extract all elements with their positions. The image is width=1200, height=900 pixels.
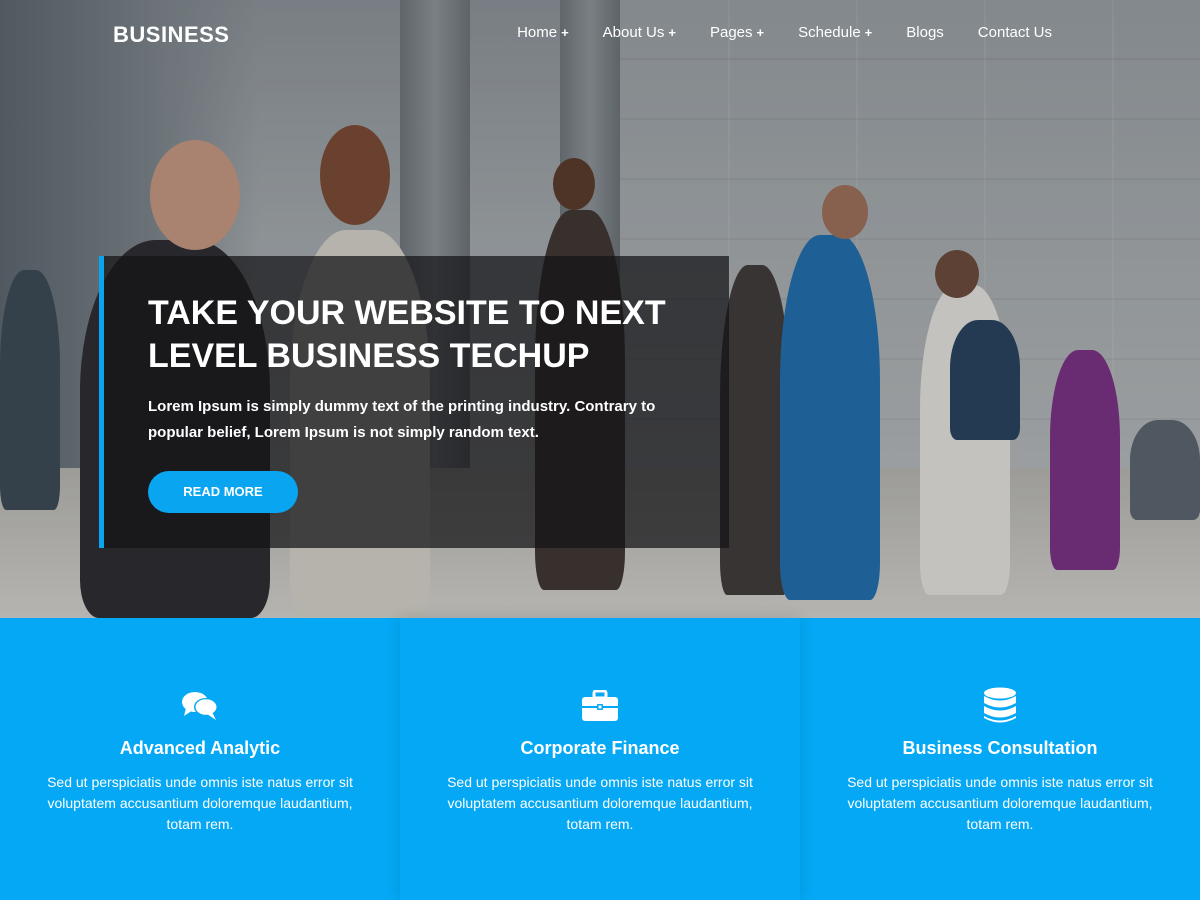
hero-title: TAKE YOUR WEBSITE TO NEXT LEVEL BUSINESS… <box>148 294 666 375</box>
nav-item-schedule[interactable]: Schedule + <box>798 24 872 41</box>
nav-item-label: Pages <box>709 24 753 41</box>
feature-card: Corporate Finance Sed ut perspiciatis un… <box>400 618 800 900</box>
nav-item-label: Home <box>517 24 558 41</box>
feature-card: Business Consultation Sed ut perspiciati… <box>800 618 1200 900</box>
nav-item-blogs[interactable]: Blogs <box>906 24 944 41</box>
nav-item-contact-us[interactable]: Contact Us <box>978 24 1052 41</box>
plus-icon: + <box>561 25 569 40</box>
nav-item-label: About Us <box>602 24 665 41</box>
top-navigation: BUSINESS Home + About Us + Pages + Sched… <box>0 0 1200 68</box>
plus-icon: + <box>864 25 873 40</box>
nav-item-label: Schedule <box>798 24 861 41</box>
briefcase-icon <box>580 688 620 724</box>
plus-icon: + <box>756 25 765 40</box>
feature-description: Sed ut perspiciatis unde omnis iste natu… <box>847 774 1153 832</box>
read-more-button[interactable]: READ MORE <box>148 471 298 513</box>
nav-item-label: Blogs <box>906 24 944 41</box>
feature-title: Advanced Analytic <box>119 738 281 758</box>
main-menu: Home + About Us + Pages + Schedule + Blo… <box>483 24 1052 41</box>
feature-description: Sed ut perspiciatis unde omnis iste natu… <box>447 774 753 832</box>
nav-item-label: Contact Us <box>977 24 1052 41</box>
feature-title: Corporate Finance <box>520 738 680 758</box>
features-section: Advanced Analytic Sed ut perspiciatis un… <box>0 618 1200 900</box>
hero-content-box: TAKE YOUR WEBSITE TO NEXT LEVEL BUSINESS… <box>99 256 729 548</box>
brand-logo[interactable]: BUSINESS <box>113 22 229 48</box>
nav-item-pages[interactable]: Pages + <box>710 24 764 41</box>
database-icon <box>980 687 1020 724</box>
hero-description: Lorem Ipsum is simply dummy text of the … <box>148 398 656 441</box>
nav-item-home[interactable]: Home + <box>517 24 569 41</box>
feature-card: Advanced Analytic Sed ut perspiciatis un… <box>0 618 400 900</box>
nav-item-about-us[interactable]: About Us + <box>603 24 676 41</box>
plus-icon: + <box>668 25 676 40</box>
feature-title: Business Consultation <box>902 738 1098 758</box>
chat-bubbles-icon <box>180 688 220 724</box>
feature-description: Sed ut perspiciatis unde omnis iste natu… <box>47 774 353 832</box>
